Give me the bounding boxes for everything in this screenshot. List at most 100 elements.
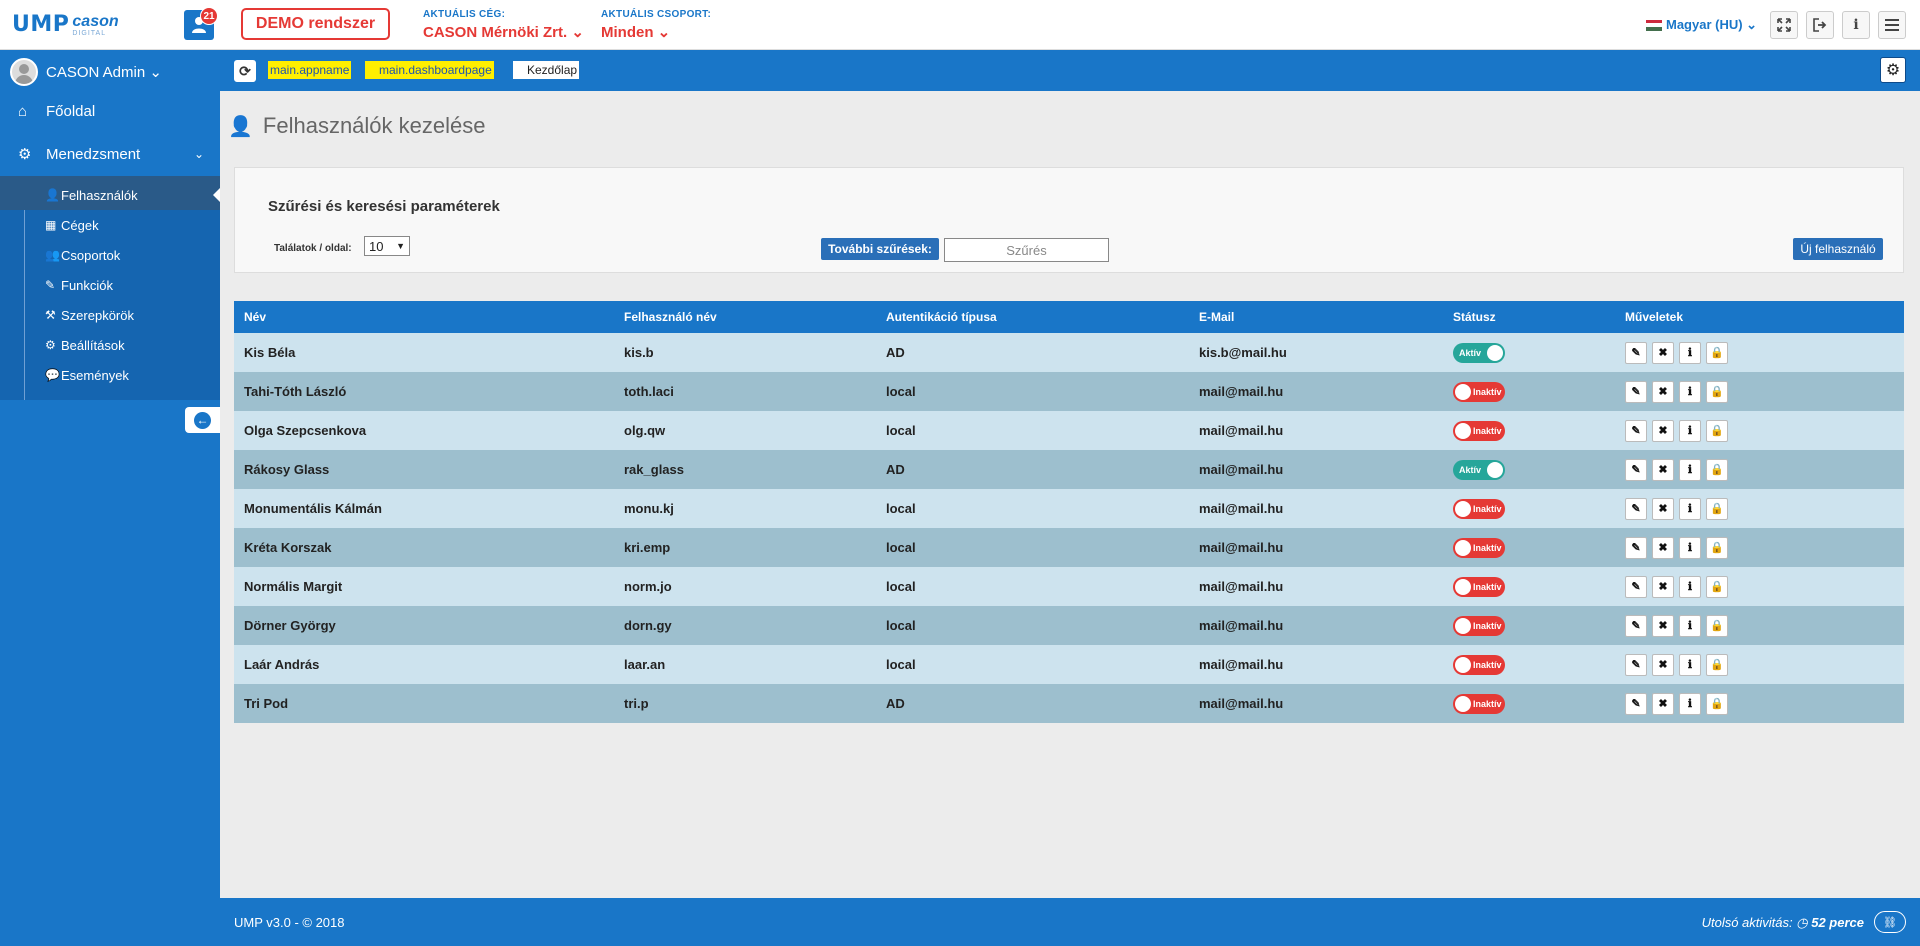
delete-button[interactable]: ✖	[1652, 536, 1674, 559]
edit-button[interactable]: ✎	[1625, 575, 1647, 598]
lock-button[interactable]: 🔒	[1706, 497, 1728, 520]
info-button[interactable]: ℹ	[1679, 614, 1701, 637]
status-toggle[interactable]: Inaktív	[1453, 381, 1505, 402]
edit-button[interactable]: ✎	[1625, 458, 1647, 481]
per-page-select[interactable]: 10 ▼	[364, 236, 410, 256]
info-icon: ℹ	[1687, 347, 1693, 359]
lock-button[interactable]: 🔒	[1706, 653, 1728, 676]
sidebar-item-users[interactable]: 👤 Felhasználók	[0, 180, 220, 210]
breadcrumb-home[interactable]: Kezdőlap	[513, 61, 580, 79]
lock-button[interactable]: 🔒	[1706, 692, 1728, 715]
delete-button[interactable]: ✖	[1652, 575, 1674, 598]
status-toggle[interactable]: Inaktív	[1453, 537, 1505, 558]
column-header-name[interactable]: Név	[244, 301, 266, 333]
app-logo[interactable]: UMP cason DIGITAL	[12, 12, 119, 37]
status-toggle[interactable]: Inaktív	[1453, 693, 1505, 714]
edit-button[interactable]: ✎	[1625, 692, 1647, 715]
new-user-button[interactable]: Új felhasználó	[1793, 238, 1883, 260]
edit-button[interactable]: ✎	[1625, 536, 1647, 559]
info-button[interactable]: ℹ	[1679, 653, 1701, 676]
nav-home[interactable]: ⌂ Főoldal	[0, 91, 220, 131]
nav-management[interactable]: ⚙ Menedzsment ⌄	[0, 134, 220, 174]
info-button[interactable]: ℹ	[1679, 575, 1701, 598]
cell-username: toth.laci	[624, 384, 674, 399]
delete-button[interactable]: ✖	[1652, 419, 1674, 442]
info-button[interactable]: i	[1842, 11, 1870, 39]
edit-button[interactable]: ✎	[1625, 380, 1647, 403]
lock-button[interactable]: 🔒	[1706, 575, 1728, 598]
settings-button[interactable]: ⚙	[1880, 57, 1906, 83]
lock-button[interactable]: 🔒	[1706, 341, 1728, 364]
breadcrumb-appname[interactable]: main.appname	[268, 61, 352, 79]
status-toggle[interactable]: Aktív	[1453, 459, 1505, 480]
group-selector[interactable]: AKTUÁLIS CSOPORT: Minden ⌄	[601, 9, 711, 41]
info-button[interactable]: ℹ	[1679, 458, 1701, 481]
column-header-username[interactable]: Felhasználó név	[624, 301, 717, 333]
cell-username: rak_glass	[624, 462, 684, 477]
per-page-label: Találatok / oldal:	[274, 243, 352, 254]
lock-button[interactable]: 🔒	[1706, 458, 1728, 481]
status-toggle[interactable]: Inaktív	[1453, 576, 1505, 597]
sidebar-item-roles[interactable]: ⚒ Szerepkörök	[0, 300, 220, 330]
lock-icon: 🔒	[1710, 464, 1724, 476]
refresh-icon: ⟳	[239, 62, 251, 79]
sidebar-item-companies[interactable]: ▦ Cégek	[0, 210, 220, 240]
status-toggle[interactable]: Inaktív	[1453, 654, 1505, 675]
status-toggle[interactable]: Inaktív	[1453, 615, 1505, 636]
lock-button[interactable]: 🔒	[1706, 380, 1728, 403]
delete-button[interactable]: ✖	[1652, 692, 1674, 715]
column-header-auth[interactable]: Autentikáció típusa	[886, 301, 997, 333]
breadcrumb-dashboard[interactable]: main.dashboardpage	[365, 61, 494, 79]
edit-button[interactable]: ✎	[1625, 614, 1647, 637]
status-toggle[interactable]: Inaktív	[1453, 498, 1505, 519]
edit-button[interactable]: ✎	[1625, 653, 1647, 676]
info-button[interactable]: ℹ	[1679, 341, 1701, 364]
cell-auth-type: local	[886, 540, 916, 555]
menu-button[interactable]	[1878, 11, 1906, 39]
cell-auth-type: local	[886, 423, 916, 438]
sidebar-item-label: Szerepkörök	[61, 307, 134, 323]
search-input[interactable]: Szűrés	[944, 238, 1109, 262]
delete-button[interactable]: ✖	[1652, 614, 1674, 637]
lock-icon: 🔒	[1710, 425, 1724, 437]
logout-button[interactable]	[1806, 11, 1834, 39]
last-activity-value: 52 perce	[1811, 915, 1864, 930]
user-profile-menu[interactable]: CASON Admin ⌄	[10, 58, 162, 86]
cell-name: Normális Margit	[244, 579, 343, 594]
info-button[interactable]: ℹ	[1679, 419, 1701, 442]
comment-icon: 💬	[45, 368, 60, 382]
delete-button[interactable]: ✖	[1652, 341, 1674, 364]
language-selector[interactable]: Magyar (HU) ⌄	[1646, 17, 1757, 33]
column-header-status[interactable]: Státusz	[1453, 301, 1496, 333]
column-header-email[interactable]: E-Mail	[1199, 301, 1234, 333]
edit-button[interactable]: ✎	[1625, 341, 1647, 364]
collapse-sidebar-button[interactable]: ←	[185, 407, 220, 433]
info-button[interactable]: ℹ	[1679, 692, 1701, 715]
sidebar-item-settings[interactable]: ⚙ Beállítások	[0, 330, 220, 360]
delete-button[interactable]: ✖	[1652, 653, 1674, 676]
sidebar-item-groups[interactable]: 👥 Csoportok	[0, 240, 220, 270]
cell-email: kis.b@mail.hu	[1199, 345, 1287, 360]
more-filters-button[interactable]: További szűrések:	[821, 238, 939, 260]
cell-actions: ✎ ✖ ℹ 🔒	[1625, 372, 1728, 411]
edit-button[interactable]: ✎	[1625, 419, 1647, 442]
info-button[interactable]: ℹ	[1679, 536, 1701, 559]
company-selector[interactable]: AKTUÁLIS CÉG: CASON Mérnöki Zrt. ⌄	[423, 9, 584, 41]
lock-button[interactable]: 🔒	[1706, 419, 1728, 442]
link-toggle-button[interactable]: ⛓	[1874, 911, 1906, 933]
refresh-button[interactable]: ⟳	[234, 60, 256, 82]
delete-button[interactable]: ✖	[1652, 380, 1674, 403]
lock-button[interactable]: 🔒	[1706, 614, 1728, 637]
sidebar-item-label: Események	[61, 367, 129, 383]
status-toggle[interactable]: Aktív	[1453, 342, 1505, 363]
edit-button[interactable]: ✎	[1625, 497, 1647, 520]
delete-button[interactable]: ✖	[1652, 458, 1674, 481]
sidebar-item-events[interactable]: 💬 Események	[0, 360, 220, 390]
lock-button[interactable]: 🔒	[1706, 536, 1728, 559]
info-button[interactable]: ℹ	[1679, 497, 1701, 520]
fullscreen-button[interactable]	[1770, 11, 1798, 39]
info-button[interactable]: ℹ	[1679, 380, 1701, 403]
sidebar-item-functions[interactable]: ✎ Funkciók	[0, 270, 220, 300]
delete-button[interactable]: ✖	[1652, 497, 1674, 520]
status-toggle[interactable]: Inaktív	[1453, 420, 1505, 441]
